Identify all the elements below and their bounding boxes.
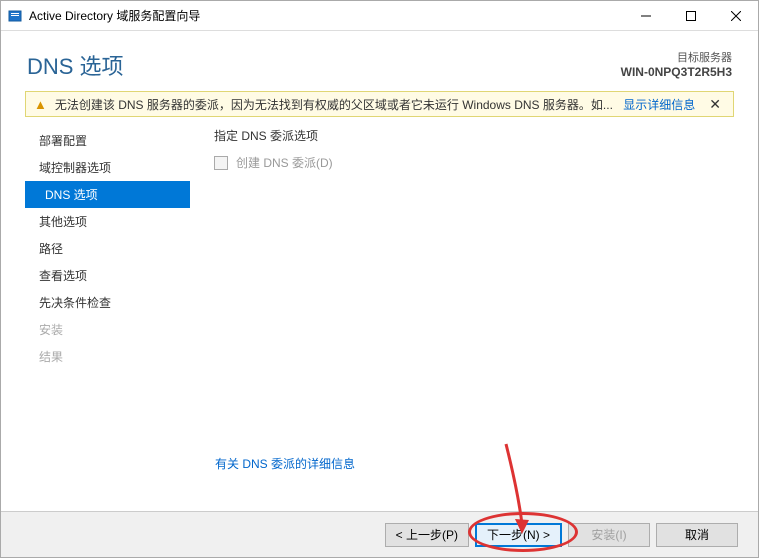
sidebar-item-install: 安装 bbox=[25, 316, 190, 343]
titlebar: Active Directory 域服务配置向导 bbox=[1, 1, 758, 31]
target-server-box: 目标服务器 WIN-0NPQ3T2R5H3 bbox=[621, 49, 732, 79]
previous-button[interactable]: < 上一步(P) bbox=[385, 523, 469, 547]
more-info-area: 有关 DNS 委派的详细信息 bbox=[215, 455, 355, 472]
warning-bar: ▲ 无法创建该 DNS 服务器的委派，因为无法找到有权威的父区域或者它未运行 W… bbox=[25, 91, 734, 117]
cancel-button[interactable]: 取消 bbox=[656, 523, 738, 547]
warning-close-button[interactable]: ✕ bbox=[705, 96, 725, 113]
sidebar-item-results: 结果 bbox=[25, 343, 190, 370]
next-button[interactable]: 下一步(N) > bbox=[475, 523, 562, 547]
app-icon bbox=[7, 8, 23, 24]
sidebar-item-paths[interactable]: 路径 bbox=[25, 235, 190, 262]
create-dns-delegation-row: 创建 DNS 委派(D) bbox=[214, 154, 734, 171]
minimize-button[interactable] bbox=[623, 1, 668, 31]
create-dns-delegation-checkbox[interactable] bbox=[214, 156, 228, 170]
sidebar: 部署配置 域控制器选项 DNS 选项 其他选项 路径 查看选项 先决条件检查 安… bbox=[25, 127, 190, 467]
maximize-button[interactable] bbox=[668, 1, 713, 31]
footer: < 上一步(P) 下一步(N) > 安装(I) 取消 bbox=[1, 511, 758, 557]
sidebar-item-dns-options[interactable]: DNS 选项 bbox=[25, 181, 190, 208]
install-button: 安装(I) bbox=[568, 523, 650, 547]
more-info-link[interactable]: 有关 DNS 委派的详细信息 bbox=[215, 457, 355, 471]
section-title: 指定 DNS 委派选项 bbox=[214, 127, 734, 144]
window-controls bbox=[623, 1, 758, 31]
sidebar-item-review[interactable]: 查看选项 bbox=[25, 262, 190, 289]
create-dns-delegation-label: 创建 DNS 委派(D) bbox=[236, 154, 333, 171]
sidebar-item-prereq[interactable]: 先决条件检查 bbox=[25, 289, 190, 316]
warning-icon: ▲ bbox=[34, 97, 47, 112]
page-title: DNS 选项 bbox=[27, 49, 124, 81]
target-label: 目标服务器 bbox=[621, 49, 732, 65]
sidebar-item-other[interactable]: 其他选项 bbox=[25, 208, 190, 235]
content-pane: 指定 DNS 委派选项 创建 DNS 委派(D) bbox=[190, 127, 734, 467]
sidebar-item-dc-options[interactable]: 域控制器选项 bbox=[25, 154, 190, 181]
warning-text: 无法创建该 DNS 服务器的委派，因为无法找到有权威的父区域或者它未运行 Win… bbox=[55, 96, 617, 113]
warning-details-link[interactable]: 显示详细信息 bbox=[623, 96, 695, 113]
sidebar-item-deployment[interactable]: 部署配置 bbox=[25, 127, 190, 154]
body: 部署配置 域控制器选项 DNS 选项 其他选项 路径 查看选项 先决条件检查 安… bbox=[1, 117, 758, 467]
close-button[interactable] bbox=[713, 1, 758, 31]
target-server-name: WIN-0NPQ3T2R5H3 bbox=[621, 65, 732, 79]
window-title: Active Directory 域服务配置向导 bbox=[29, 7, 623, 24]
header: DNS 选项 目标服务器 WIN-0NPQ3T2R5H3 bbox=[1, 31, 758, 91]
